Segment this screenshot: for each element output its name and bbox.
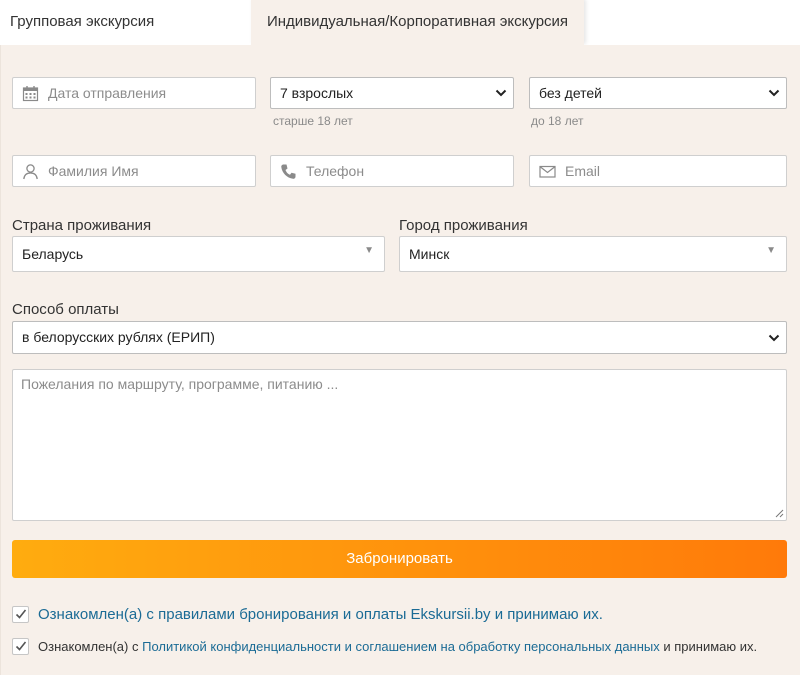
agreement-rules: Ознакомлен(а) с правилами бронирования и… [12, 605, 787, 625]
email-placeholder: Email [565, 163, 601, 179]
phone-field[interactable]: Телефон [270, 155, 514, 187]
children-select[interactable]: без детей [529, 77, 787, 109]
chevron-down-icon [768, 334, 780, 342]
wishes-textarea[interactable]: Пожелания по маршруту, программе, питани… [12, 369, 787, 521]
tab-group-excursion[interactable]: Групповая экскурсия [10, 0, 154, 45]
phone-placeholder: Телефон [306, 163, 365, 179]
tab-individual-excursion[interactable]: Индивидуальная/Корпоративная экскурсия [251, 0, 584, 45]
tab-bar: Групповая экскурсия Индивидуальная/Корпо… [0, 0, 800, 45]
booking-form: Дата отправления 7 взрослых старше 18 ле… [0, 45, 800, 675]
user-icon [23, 164, 38, 180]
dropdown-arrow-icon: ▼ [766, 245, 776, 256]
country-select[interactable]: Беларусь ▼ [12, 236, 385, 272]
adults-hint: старше 18 лет [273, 114, 353, 128]
resize-grip-icon[interactable] [774, 508, 784, 518]
privacy-checkbox[interactable] [12, 638, 29, 655]
privacy-prefix: Ознакомлен(а) с [38, 639, 143, 654]
payment-value: в белорусских рублях (ЕРИП) [22, 329, 215, 345]
full-name-placeholder: Фамилия Имя [48, 163, 139, 179]
children-hint: до 18 лет [531, 114, 584, 128]
book-button[interactable]: Забронировать [12, 540, 787, 578]
chevron-down-icon [495, 89, 507, 97]
rules-link[interactable]: Ознакомлен(а) с правилами бронирования и… [38, 606, 603, 623]
privacy-suffix: и принимаю их. [659, 639, 758, 654]
city-select[interactable]: Минск ▼ [399, 236, 787, 272]
phone-icon [281, 164, 296, 179]
check-icon [15, 609, 27, 619]
country-label: Страна проживания [12, 217, 152, 234]
adults-value: 7 взрослых [280, 85, 354, 101]
country-value: Беларусь [22, 246, 84, 262]
children-value: без детей [539, 85, 602, 101]
city-value: Минск [409, 246, 450, 262]
wishes-placeholder: Пожелания по маршруту, программе, питани… [21, 376, 339, 392]
privacy-policy-link[interactable]: Политикой конфиденциальности и соглашени… [142, 639, 660, 654]
agreement-privacy: Ознакомлен(а) с Политикой конфиденциальн… [12, 638, 787, 658]
check-icon [15, 641, 27, 651]
calendar-icon [22, 86, 39, 102]
email-field[interactable]: Email [529, 155, 787, 187]
envelope-icon [539, 165, 556, 178]
adults-select[interactable]: 7 взрослых [270, 77, 514, 109]
dropdown-arrow-icon: ▼ [364, 245, 374, 256]
payment-label: Способ оплаты [12, 301, 119, 318]
rules-checkbox[interactable] [12, 606, 29, 623]
payment-select[interactable]: в белорусских рублях (ЕРИП) [12, 321, 787, 354]
departure-date-field[interactable]: Дата отправления [12, 77, 256, 109]
full-name-field[interactable]: Фамилия Имя [12, 155, 256, 187]
chevron-down-icon [768, 89, 780, 97]
privacy-text: Ознакомлен(а) с Политикой конфиденциальн… [38, 639, 757, 654]
city-label: Город проживания [399, 217, 528, 234]
departure-date-placeholder: Дата отправления [48, 85, 167, 101]
